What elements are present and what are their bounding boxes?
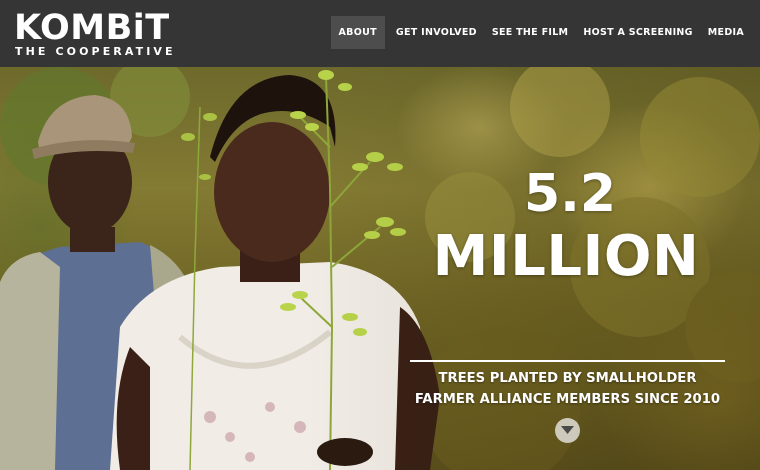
nav-item-see-the-film[interactable]: SEE THE FILM	[486, 16, 575, 49]
stat-caption-line-2: FARMER ALLIANCE MEMBERS SINCE 2010	[414, 392, 721, 407]
logo-name: KOMBiT	[14, 8, 170, 48]
top-navbar: KOMBiT THE COOPERATIVE ABOUT GET INVOLVE…	[0, 0, 760, 67]
hero-section: 5.2 MILLION TREES PLANTED BY SMALLHOLDER…	[0, 67, 760, 470]
hero-stat: 5.2 MILLION	[405, 167, 727, 287]
stat-number: 5.2	[523, 164, 617, 224]
logo[interactable]: KOMBiT THE COOPERATIVE	[14, 9, 176, 58]
stat-caption-line-1: TREES PLANTED BY SMALLHOLDER	[438, 371, 697, 386]
main-nav: ABOUT GET INVOLVED SEE THE FILM HOST A S…	[330, 16, 750, 49]
stat-divider	[410, 360, 725, 362]
scroll-down-button[interactable]	[555, 418, 580, 443]
stat-caption: TREES PLANTED BY SMALLHOLDER FARMER ALLI…	[405, 368, 730, 410]
nav-item-host-a-screening[interactable]: HOST A SCREENING	[577, 16, 698, 49]
nav-item-about[interactable]: ABOUT	[330, 16, 385, 49]
chevron-down-icon	[561, 426, 574, 434]
stat-unit: MILLION	[432, 224, 700, 289]
nav-item-media[interactable]: MEDIA	[702, 16, 750, 49]
nav-item-get-involved[interactable]: GET INVOLVED	[390, 16, 483, 49]
logo-tagline: THE COOPERATIVE	[15, 45, 176, 58]
